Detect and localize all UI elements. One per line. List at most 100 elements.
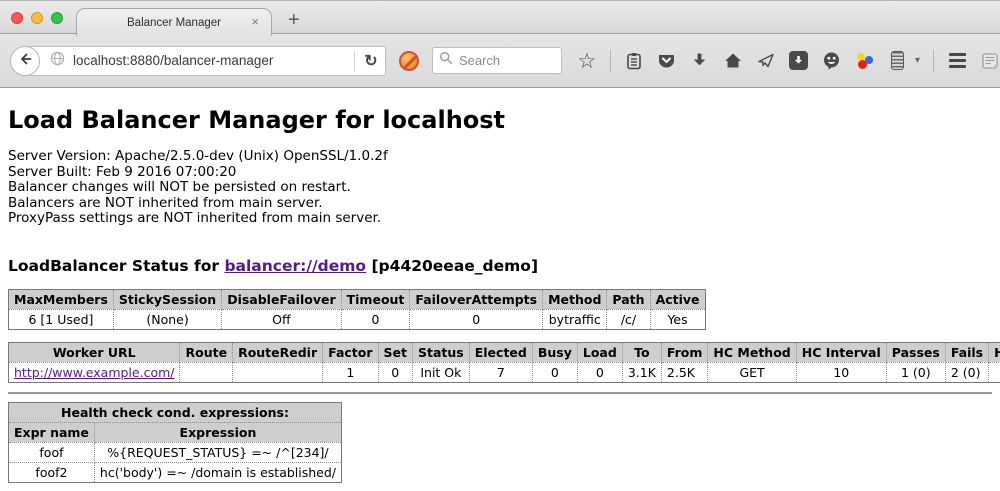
server-built-line: Server Built: Feb 9 2016 07:00:20 [8,165,992,181]
balancer-note-line: Balancers are NOT inherited from main se… [8,196,992,212]
factor-cell: 1 [323,362,378,382]
balancer-settings-table: MaxMembers StickySession DisableFailover… [8,289,706,330]
separator-rule [8,392,992,394]
notes-grid-icon [981,52,999,70]
toolbar-separator [610,50,611,72]
elected-cell: 7 [469,362,532,382]
timeout-cell: 0 [341,309,410,329]
expr-name-cell: foof [9,442,95,462]
active-cell: Yes [650,309,705,329]
battery-extension-button[interactable] [888,51,908,71]
column-header: Route [180,342,233,362]
disablefailover-cell: Off [222,309,341,329]
hc-uri-cell [989,362,1000,382]
window-zoom-button[interactable] [51,12,63,24]
column-header: RouteRedir [233,342,323,362]
heading-prefix: LoadBalancer Status for [8,257,224,275]
failoverattempts-cell: 0 [410,309,543,329]
balancer-demo-link[interactable]: balancer://demo [224,257,366,275]
status-cell: Init Ok [413,362,470,382]
downloads-button[interactable] [690,51,710,71]
table-header-row: Expr name Expression [9,422,342,442]
toolbar-separator [933,50,934,72]
home-button[interactable] [723,51,743,71]
square-download-icon [789,51,808,70]
hc-method-cell: GET [708,362,796,382]
toolbar-icon-strip: ☆ ▾ [577,50,1000,72]
pocket-button[interactable] [657,51,677,71]
search-icon [439,51,453,70]
expression-cell: hc('body') =~ /domain is established/ [94,462,341,482]
column-header: Passes [886,342,945,362]
to-cell: 3.1K [622,362,661,382]
column-header: Set [378,342,412,362]
bookmark-star-button[interactable]: ☆ [577,51,597,71]
clipboard-icon [625,52,643,70]
tab-close-icon[interactable]: × [251,15,259,29]
table-title-row: Health check cond. expressions: [9,402,342,422]
column-header: To [622,342,661,362]
reload-icon[interactable]: ↻ [357,51,385,71]
route-cell [180,362,233,382]
column-header: Worker URL [9,342,180,362]
battery-icon [891,51,904,70]
health-check-table: Health check cond. expressions: Expr nam… [8,402,342,483]
url-bar[interactable]: localhost:8880/balancer-manager ↻ [25,46,386,76]
notes-grid-button[interactable] [980,51,1000,71]
star-icon: ☆ [578,51,597,71]
expr-name-cell: foof2 [9,462,95,482]
loadbalancer-status-heading: LoadBalancer Status for balancer://demo … [8,257,992,275]
column-header: HC Interval [796,342,886,362]
method-cell: bytraffic [543,309,607,329]
url-text[interactable]: localhost:8880/balancer-manager [73,53,352,68]
tab-title: Balancer Manager [127,17,221,29]
send-page-button[interactable] [756,51,776,71]
flash-blocked-icon[interactable] [399,51,419,71]
reading-list-button[interactable] [624,51,644,71]
expression-cell: %{REQUEST_STATUS} =~ /^[234]/ [94,442,341,462]
routeredir-cell [233,362,323,382]
column-header: Active [650,289,705,309]
health-table-title: Health check cond. expressions: [9,402,342,422]
globe-icon [50,51,65,71]
balancer-note-line: Balancer changes will NOT be persisted o… [8,180,992,196]
home-icon [724,52,742,69]
maxmembers-cell: 6 [1 Used] [9,309,114,329]
worker-url-link[interactable]: http://www.example.com/ [14,365,174,380]
search-bar[interactable] [432,47,562,74]
pocket-icon [657,52,676,70]
search-input[interactable] [459,53,549,68]
window-minimize-button[interactable] [31,12,43,24]
back-button[interactable] [10,46,40,76]
color-dots-extension-button[interactable] [855,51,875,71]
server-info-block: Server Version: Apache/2.5.0-dev (Unix) … [8,149,992,227]
window-close-button[interactable] [11,12,23,24]
browser-tab[interactable]: Balancer Manager × [76,8,272,36]
load-cell: 0 [577,362,622,382]
urlbar-divider [354,51,355,71]
table-row: 6 [1 Used] (None) Off 0 0 bytraffic /c/ … [9,309,706,329]
addon-download-button[interactable] [789,51,809,71]
column-header: Fails [945,342,988,362]
passes-cell: 1 (0) [886,362,945,382]
menu-hamburger-button[interactable] [947,51,967,71]
server-version-line: Server Version: Apache/2.5.0-dev (Unix) … [8,149,992,165]
path-cell: /c/ [607,309,650,329]
column-header: MaxMembers [9,289,114,309]
chat-smiley-button[interactable] [822,51,842,71]
column-header: Load [577,342,622,362]
column-header: Expr name [9,422,95,442]
dropdown-caret-icon[interactable]: ▾ [915,55,920,66]
column-header: Path [607,289,650,309]
red-dot-icon [858,60,867,69]
new-tab-button[interactable]: + [282,9,306,31]
heading-suffix: [p4420eeae_demo] [366,257,538,275]
column-header: FailoverAttempts [410,289,543,309]
window-controls [11,12,63,24]
worker-row: http://www.example.com/ 1 0 Init Ok 7 0 … [9,362,1000,382]
column-header: Status [413,342,470,362]
column-header: Method [543,289,607,309]
column-header: StickySession [113,289,221,309]
stickysession-cell: (None) [113,309,221,329]
column-header: Expression [94,422,341,442]
